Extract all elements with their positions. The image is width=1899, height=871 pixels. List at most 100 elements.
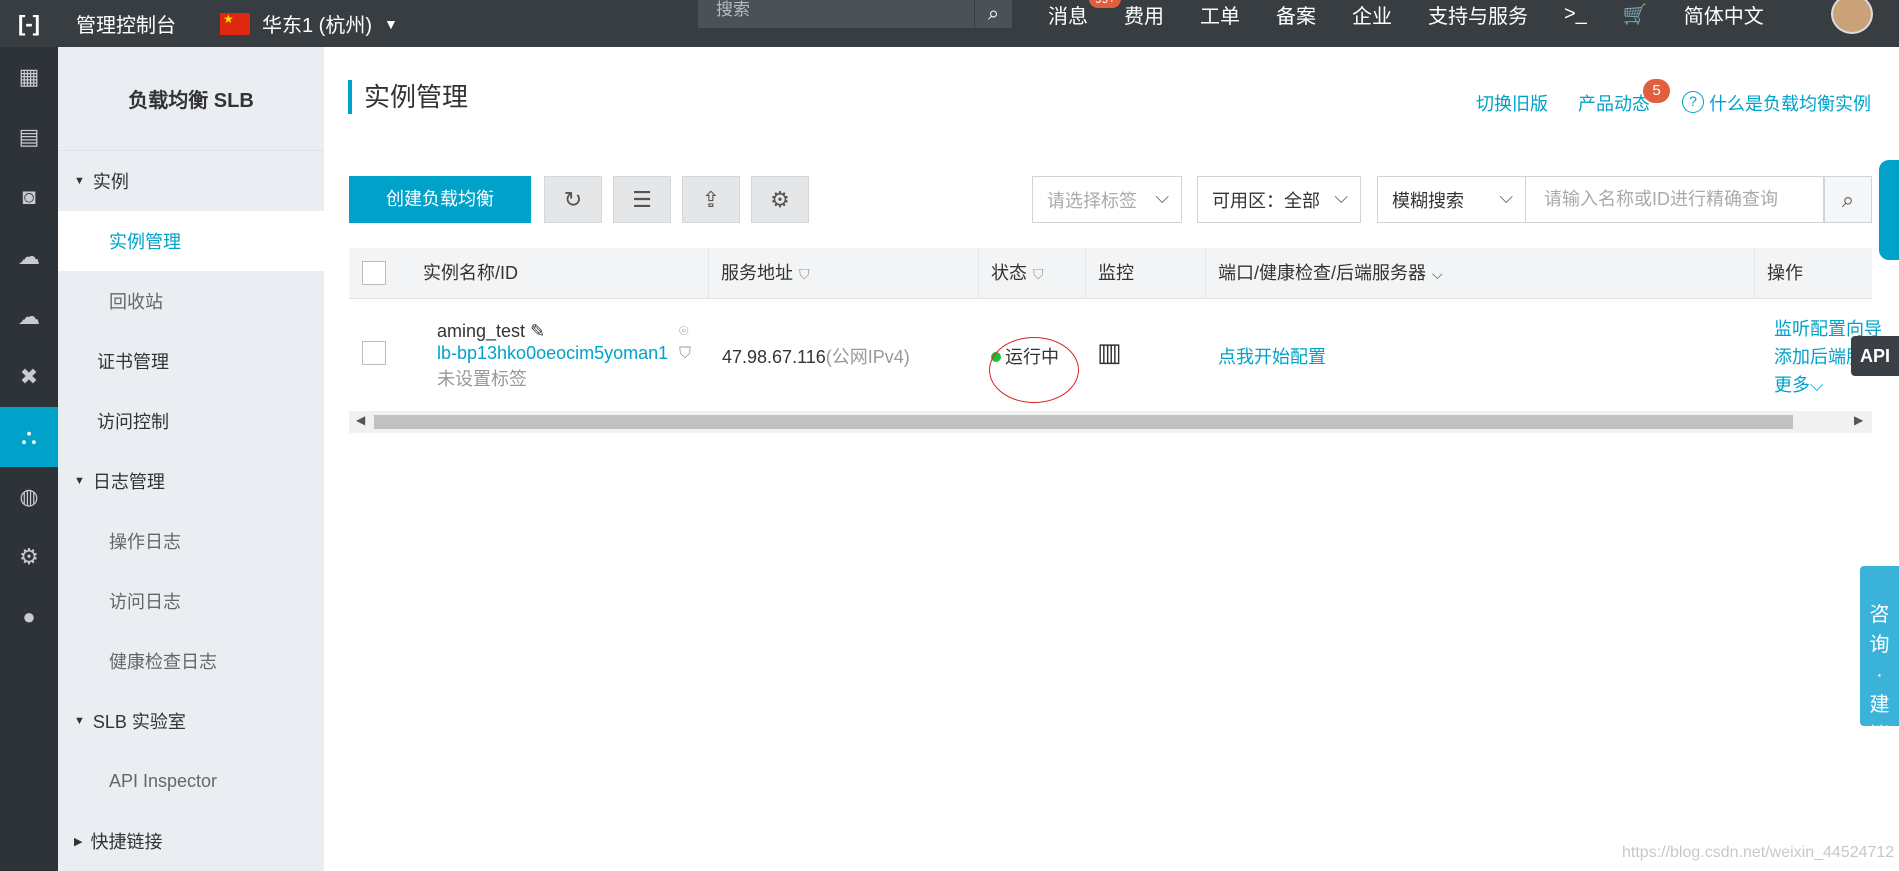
tag-select-placeholder: 请选择标签 xyxy=(1047,190,1137,211)
col-header-monitor: 监控 xyxy=(1086,248,1206,299)
cloud-storage-icon[interactable]: ☁ xyxy=(0,287,58,347)
instance-search-input[interactable]: 请输入名称或ID进行精确查询 xyxy=(1526,176,1824,223)
sidebar-group-logs[interactable]: ▼ 日志管理 xyxy=(58,451,324,511)
region-selector[interactable]: 华东1 (杭州) ▼ xyxy=(220,9,398,38)
monitor-chart-icon[interactable]: ▥ xyxy=(1097,337,1122,368)
what-is-slb-link[interactable]: 什么是负载均衡实例 xyxy=(1709,90,1871,116)
user-avatar[interactable] xyxy=(1831,0,1873,34)
table-row: aming_test ✎ lb-bp13hko0oeocim5yoman1 未设… xyxy=(349,299,1882,411)
annotation-circle xyxy=(989,337,1079,403)
search-mode-select[interactable]: 模糊搜索 ⌵ xyxy=(1377,176,1526,223)
search-icon[interactable]: ⌕ xyxy=(974,0,1012,28)
row-checkbox[interactable] xyxy=(362,341,386,365)
sidebar-item-certificates[interactable]: 证书管理 xyxy=(58,331,324,391)
consult-char: 建 xyxy=(1869,694,1890,716)
sidebar-item-access-log[interactable]: 访问日志 xyxy=(58,571,324,631)
sidebar-item-health-check-log[interactable]: 健康检查日志 xyxy=(58,631,324,691)
sidebar-group-instances[interactable]: ▼ 实例 xyxy=(58,151,324,211)
slb-icon[interactable]: ⛬ xyxy=(0,407,58,467)
sidebar-item-label: 日志管理 xyxy=(92,472,165,492)
product-news-link[interactable]: 产品动态 xyxy=(1578,90,1650,116)
cart-icon[interactable]: 🛒 xyxy=(1623,2,1648,27)
more-actions-link[interactable]: 更多⌵ xyxy=(1774,371,1824,397)
nav-messages[interactable]: 消息 xyxy=(1048,0,1088,29)
instance-id-link[interactable]: lb-bp13hko0oeocim5yoman1 xyxy=(437,343,668,364)
sidebar-group-slb-lab[interactable]: ▼ SLB 实验室 xyxy=(58,691,324,751)
database-icon[interactable]: ◙ xyxy=(0,167,58,227)
top-navbar: [-] 管理控制台 华东1 (杭州) ▼ 搜索 ⌕ 消息 费用 工单 备案 企业… xyxy=(0,0,1899,47)
service-address: 47.98.67.116(公网IPv4) xyxy=(722,343,910,369)
grid-icon[interactable]: ▦ xyxy=(0,47,58,107)
consult-char: 询 xyxy=(1869,634,1890,656)
nav-billing[interactable]: 费用 xyxy=(1124,0,1164,29)
more-label: 更多 xyxy=(1774,375,1810,395)
side-collapse-tab[interactable] xyxy=(1879,160,1899,260)
settings-icon[interactable]: ⚙ xyxy=(0,527,58,587)
tag-select[interactable]: 请选择标签 ⌵ xyxy=(1032,176,1182,223)
col-header-label: 服务地址 xyxy=(721,263,793,283)
list-icon[interactable]: ☰ xyxy=(613,176,671,223)
console-link[interactable]: 管理控制台 xyxy=(76,9,176,38)
scroll-left-icon[interactable]: ◀ xyxy=(356,413,365,427)
tools-icon[interactable]: ✖ xyxy=(0,347,58,407)
zone-select-value: 可用区：全部 xyxy=(1212,190,1320,211)
top-nav-links: 消息 费用 工单 备案 企业 支持与服务 >_ 🛒 简体中文 xyxy=(1048,0,1800,28)
switch-old-version-link[interactable]: 切换旧版 xyxy=(1476,90,1548,116)
shield-icon[interactable]: ⛉ xyxy=(679,345,691,363)
consult-suggest-button[interactable]: 咨 询 · 建 议 xyxy=(1860,566,1899,746)
language-selector[interactable]: 简体中文 xyxy=(1684,0,1764,29)
location-pin-icon[interactable]: ⌾ xyxy=(679,323,689,341)
export-icon[interactable]: ⇪ xyxy=(682,176,740,223)
nav-enterprise[interactable]: 企业 xyxy=(1352,0,1392,29)
start-config-link[interactable]: 点我开始配置 xyxy=(1218,343,1326,369)
edit-pencil-icon[interactable]: ✎ xyxy=(530,321,545,341)
sidebar-item-instance-management[interactable]: 实例管理 xyxy=(58,211,324,271)
col-header-listeners[interactable]: 端口/健康检查/后端服务器 ⌵ xyxy=(1206,248,1755,299)
horizontal-scrollbar[interactable]: ◀ ▶ xyxy=(349,411,1872,433)
nav-tickets[interactable]: 工单 xyxy=(1200,0,1240,29)
col-header-status: 状态 ⛉ xyxy=(979,248,1086,299)
china-flag-icon xyxy=(220,12,250,35)
create-slb-button[interactable]: 创建负载均衡 xyxy=(349,176,531,223)
sidebar-item-access-control[interactable]: 访问控制 xyxy=(58,391,324,451)
search-icon[interactable]: ⌕ xyxy=(1824,176,1872,223)
aliyun-logo-icon[interactable]: [-] xyxy=(0,0,58,47)
filter-icon[interactable]: ⛉ xyxy=(799,266,810,282)
product-news-badge: 5 xyxy=(1643,79,1670,103)
instance-name-text: aming_test xyxy=(437,321,526,341)
circle-icon[interactable]: ● xyxy=(0,587,58,647)
cloud-icon[interactable]: ☁ xyxy=(0,227,58,287)
nav-support[interactable]: 支持与服务 xyxy=(1428,0,1528,29)
sidebar-item-operation-log[interactable]: 操作日志 xyxy=(58,511,324,571)
sidebar-group-quick-links[interactable]: ▶ 快捷链接 xyxy=(58,811,324,871)
ip-type: (公网IPv4) xyxy=(825,347,910,367)
chevron-down-icon: ⌵ xyxy=(1810,375,1824,395)
scroll-thumb[interactable] xyxy=(374,415,1793,429)
globe-icon[interactable]: ◍ xyxy=(0,467,58,527)
zone-select[interactable]: 可用区：全部 ⌵ xyxy=(1197,176,1361,223)
sidebar-item-label: SLB 实验室 xyxy=(92,712,186,732)
region-label: 华东1 (杭州) xyxy=(262,15,372,37)
filter-icon[interactable]: ⛉ xyxy=(1033,266,1044,282)
help-icon[interactable]: ? xyxy=(1682,91,1704,113)
server-icon[interactable]: ▤ xyxy=(0,107,58,167)
select-all-checkbox[interactable] xyxy=(362,261,386,285)
terminal-icon[interactable]: >_ xyxy=(1564,3,1587,26)
triangle-down-icon: ▼ xyxy=(74,475,85,487)
col-header-actions: 操作 xyxy=(1767,263,1803,283)
col-header-name: 实例名称/ID xyxy=(399,248,709,299)
api-float-button[interactable]: API xyxy=(1851,336,1899,376)
chevron-down-icon: ⌵ xyxy=(1155,187,1169,207)
page-title: 实例管理 xyxy=(348,80,468,114)
scroll-right-icon[interactable]: ▶ xyxy=(1854,413,1863,427)
global-search-input[interactable]: 搜索 xyxy=(698,0,974,28)
refresh-icon[interactable]: ↻ xyxy=(544,176,602,223)
settings-gear-icon[interactable]: ⚙ xyxy=(751,176,809,223)
sidebar-item-recycle-bin[interactable]: 回收站 xyxy=(58,271,324,331)
sidebar-item-api-inspector[interactable]: API Inspector xyxy=(58,751,324,811)
chevron-down-icon: ⌵ xyxy=(1499,187,1513,207)
chevron-down-icon: ⌵ xyxy=(1334,187,1348,207)
nav-icp[interactable]: 备案 xyxy=(1276,0,1316,29)
product-icon-rail: ▦ ▤ ◙ ☁ ☁ ✖ ⛬ ◍ ⚙ ● xyxy=(0,47,58,871)
triangle-right-icon: ▶ xyxy=(74,835,83,848)
